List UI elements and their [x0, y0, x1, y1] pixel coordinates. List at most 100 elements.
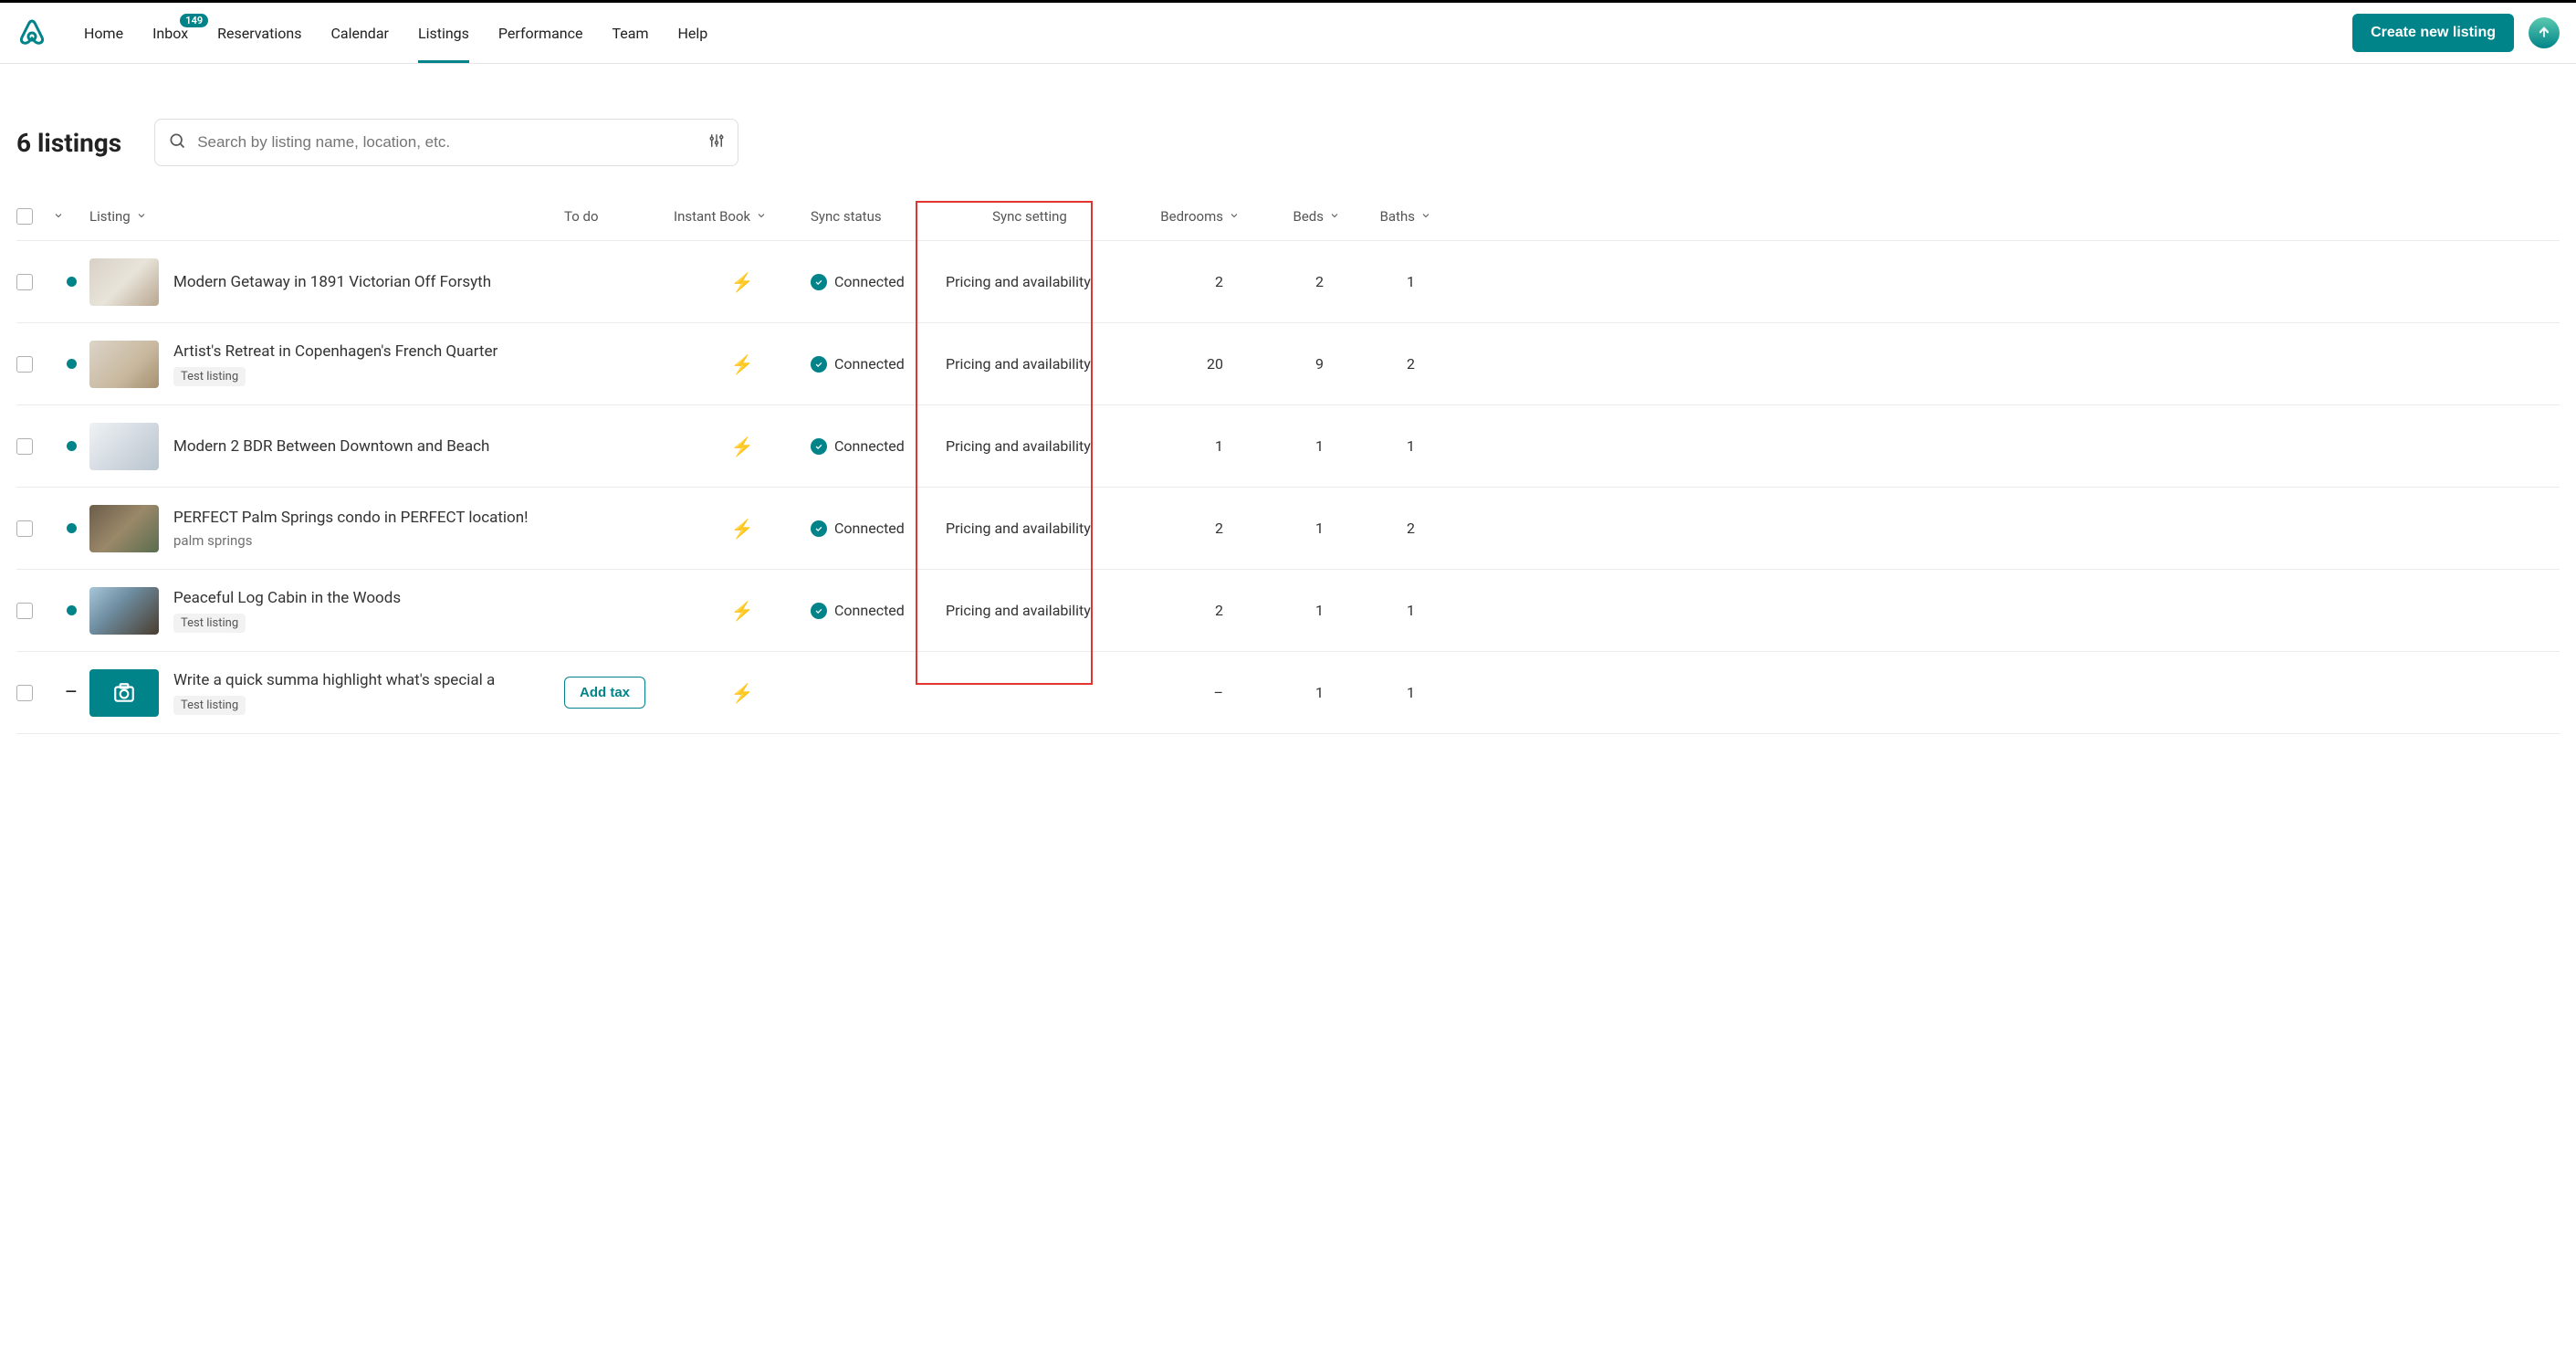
listing-thumbnail[interactable]	[89, 258, 159, 306]
status-dot-icon	[67, 441, 77, 451]
nav-help[interactable]: Help	[677, 5, 707, 62]
instant-book-icon: ⚡	[674, 682, 811, 704]
instant-book-icon: ⚡	[674, 600, 811, 622]
cell-baths: 1	[1340, 273, 1431, 290]
listing-thumbnail[interactable]	[89, 423, 159, 470]
cell-beds: 1	[1240, 684, 1340, 701]
test-listing-badge: Test listing	[173, 367, 246, 386]
listing-subtitle: palm springs	[173, 532, 529, 549]
add-tax-button[interactable]: Add tax	[564, 677, 645, 709]
page-body: 6 listings Listing To do Instant Book Sy…	[0, 119, 2576, 734]
col-beds[interactable]: Beds	[1240, 208, 1340, 225]
filter-sliders-icon[interactable]	[708, 132, 725, 152]
cell-beds: 1	[1240, 520, 1340, 537]
status-dot-icon	[67, 277, 77, 287]
row-checkbox[interactable]	[16, 438, 33, 455]
table-row[interactable]: – Write a quick summa highlight what's sp…	[16, 652, 2560, 734]
instant-book-icon: ⚡	[674, 436, 811, 457]
sync-status-text: Connected	[834, 355, 905, 373]
search-input[interactable]	[197, 133, 708, 152]
test-listing-badge: Test listing	[173, 696, 246, 715]
sync-status-text: Connected	[834, 437, 905, 455]
row-checkbox[interactable]	[16, 356, 33, 373]
cell-bedrooms: 1	[1121, 437, 1240, 455]
nav-team[interactable]: Team	[612, 5, 648, 62]
col-sync-setting: Sync setting	[938, 208, 1121, 225]
nav-calendar[interactable]: Calendar	[330, 5, 388, 62]
listing-thumbnail[interactable]	[89, 505, 159, 552]
search-bar[interactable]	[154, 119, 738, 166]
row-checkbox[interactable]	[16, 603, 33, 619]
col-todo: To do	[564, 208, 674, 225]
listing-title: Modern Getaway in 1891 Victorian Off For…	[173, 273, 491, 291]
sync-setting-text: Pricing and availability	[938, 273, 1121, 290]
nav-home[interactable]: Home	[84, 5, 123, 62]
listings-table: Listing To do Instant Book Sync status S…	[16, 192, 2560, 734]
expand-all-toggle[interactable]	[53, 208, 89, 225]
listing-thumbnail[interactable]	[89, 669, 159, 717]
listing-title: Write a quick summa highlight what's spe…	[173, 671, 495, 689]
nav-listings[interactable]: Listings	[418, 5, 469, 62]
cell-baths: 2	[1340, 520, 1431, 537]
instant-book-icon: ⚡	[674, 271, 811, 293]
cell-beds: 2	[1240, 273, 1340, 290]
test-listing-badge: Test listing	[173, 614, 246, 633]
table-row[interactable]: PERFECT Palm Springs condo in PERFECT lo…	[16, 488, 2560, 570]
cell-baths: 2	[1340, 355, 1431, 373]
top-right-actions: Create new listing	[2352, 14, 2560, 52]
cell-beds: 1	[1240, 602, 1340, 619]
brand-logo[interactable]	[16, 17, 47, 48]
cell-bedrooms: 2	[1121, 602, 1240, 619]
row-checkbox[interactable]	[16, 520, 33, 537]
table-row[interactable]: Peaceful Log Cabin in the Woods Test list…	[16, 570, 2560, 652]
avatar[interactable]	[2529, 17, 2560, 48]
col-listing[interactable]: Listing	[89, 208, 564, 225]
sync-setting-text: Pricing and availability	[938, 355, 1121, 373]
table-row[interactable]: Modern 2 BDR Between Downtown and Beach ⚡…	[16, 405, 2560, 488]
sync-status-text: Connected	[834, 520, 905, 537]
check-circle-icon	[811, 603, 827, 619]
cell-bedrooms: 2	[1121, 273, 1240, 290]
sync-status-text: Connected	[834, 273, 905, 290]
check-circle-icon	[811, 356, 827, 373]
table-row[interactable]: Modern Getaway in 1891 Victorian Off For…	[16, 241, 2560, 323]
cell-baths: 1	[1340, 602, 1431, 619]
table-header-row: Listing To do Instant Book Sync status S…	[16, 192, 2560, 241]
check-circle-icon	[811, 520, 827, 537]
listing-title: Modern 2 BDR Between Downtown and Beach	[173, 437, 489, 456]
status-none-icon: –	[53, 688, 89, 698]
status-dot-icon	[67, 523, 77, 533]
cell-baths: 1	[1340, 437, 1431, 455]
nav-inbox[interactable]: Inbox149	[152, 5, 188, 62]
search-icon	[168, 131, 186, 153]
col-baths[interactable]: Baths	[1340, 208, 1431, 225]
row-checkbox[interactable]	[16, 685, 33, 701]
listing-thumbnail[interactable]	[89, 341, 159, 388]
cell-beds: 9	[1240, 355, 1340, 373]
col-sync-status: Sync status	[811, 208, 938, 225]
table-row[interactable]: Artist's Retreat in Copenhagen's French …	[16, 323, 2560, 405]
select-all-checkbox[interactable]	[16, 208, 33, 225]
listing-thumbnail[interactable]	[89, 587, 159, 635]
check-circle-icon	[811, 274, 827, 290]
listing-title: Artist's Retreat in Copenhagen's French …	[173, 342, 497, 361]
instant-book-icon: ⚡	[674, 518, 811, 540]
inbox-badge: 149	[180, 14, 208, 27]
col-bedrooms[interactable]: Bedrooms	[1121, 208, 1240, 225]
instant-book-icon: ⚡	[674, 353, 811, 375]
cell-beds: 1	[1240, 437, 1340, 455]
sync-setting-text: Pricing and availability	[938, 437, 1121, 455]
col-instant-book[interactable]: Instant Book	[674, 208, 811, 225]
row-checkbox[interactable]	[16, 274, 33, 290]
cell-baths: 1	[1340, 684, 1431, 701]
listing-title: Peaceful Log Cabin in the Woods	[173, 589, 401, 607]
nav-reservations[interactable]: Reservations	[217, 5, 301, 62]
status-dot-icon	[67, 605, 77, 615]
nav-performance[interactable]: Performance	[498, 5, 583, 62]
status-dot-icon	[67, 359, 77, 369]
sync-status-text: Connected	[834, 602, 905, 619]
cell-bedrooms: 2	[1121, 520, 1240, 537]
top-nav-bar: Home Inbox149 Reservations Calendar Listings…	[0, 0, 2576, 64]
main-nav: Home Inbox149 Reservations Calendar Listings…	[84, 5, 2352, 62]
create-listing-button[interactable]: Create new listing	[2352, 14, 2514, 52]
